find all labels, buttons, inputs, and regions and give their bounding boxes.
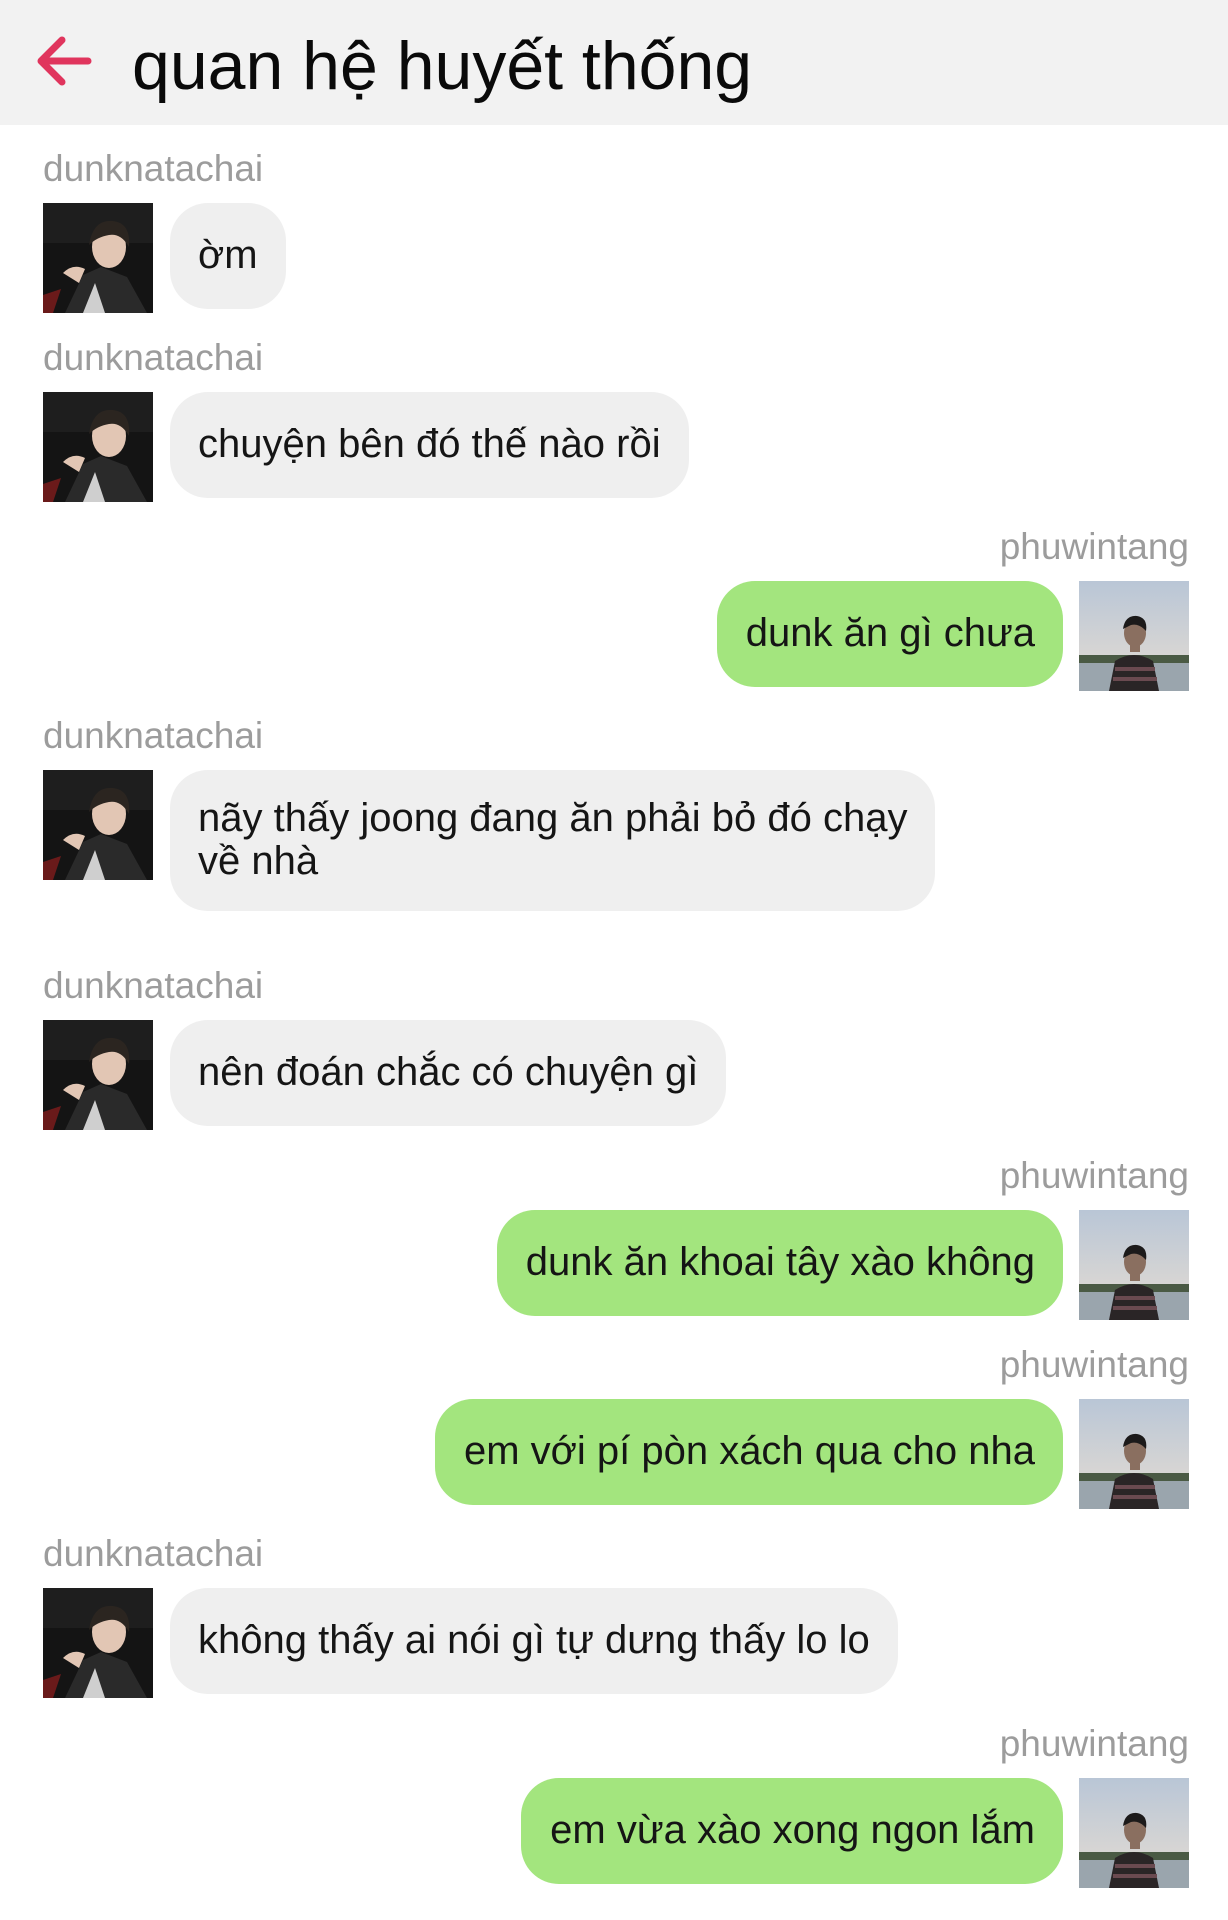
avatar[interactable] [1079,1399,1189,1509]
sender-name: dunknatachai [43,337,264,378]
message-bubble[interactable]: chuyện bên đó thế nào rồi [170,392,689,498]
chat-header: quan hệ huyết thống [0,0,1228,125]
avatar[interactable] [1079,581,1189,691]
message-bubble[interactable]: không thấy ai nói gì tự dưng thấy lo lo [170,1588,898,1694]
arrow-left-icon [37,36,92,86]
avatar[interactable] [43,203,153,313]
avatar[interactable] [1079,1778,1189,1888]
back-button[interactable] [34,28,94,94]
message-list[interactable]: dunknatachai ờm dunknatachai chuyện bên … [0,125,1228,1920]
sender-name: dunknatachai [43,1533,264,1574]
avatar[interactable] [1079,1210,1189,1320]
sender-name: dunknatachai [43,965,264,1006]
sender-name: dunknatachai [43,148,264,189]
sender-name: phuwintang [999,1344,1189,1385]
avatar[interactable] [43,1020,153,1130]
sender-name: phuwintang [999,526,1189,567]
avatar[interactable] [43,770,153,880]
sender-name: dunknatachai [43,715,264,756]
message-bubble[interactable]: em với pí pòn xách qua cho nha [434,1399,1063,1505]
message-bubble[interactable]: nên đoán chắc có chuyện gì [170,1020,727,1126]
message-bubble[interactable]: em vừa xào xong ngon lắm [521,1778,1063,1884]
sender-name: phuwintang [999,1155,1189,1196]
avatar[interactable] [43,1588,153,1698]
chat-title: quan hệ huyết thống [132,28,753,104]
avatar[interactable] [43,392,153,502]
message-bubble[interactable]: ờm [170,203,286,309]
message-bubble[interactable]: dunk ăn gì chưa [716,581,1063,687]
sender-name: phuwintang [999,1723,1189,1764]
message-bubble[interactable]: nãy thấy joong đang ăn phải bỏ đó chạy v… [170,770,936,911]
message-bubble[interactable]: dunk ăn khoai tây xào không [496,1210,1063,1316]
